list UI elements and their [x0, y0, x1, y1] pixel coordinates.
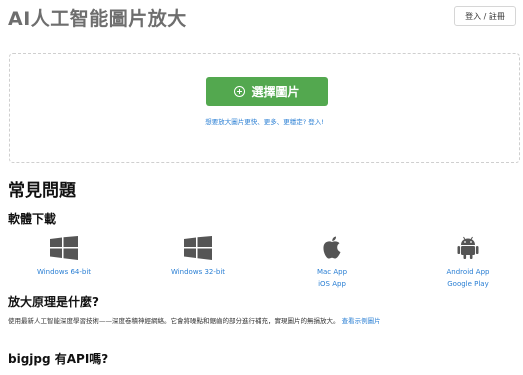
select-image-label: 選擇圖片	[251, 85, 300, 99]
faq-title: 常見問題	[8, 181, 76, 201]
windows-32-link[interactable]: Windows 32-bit	[143, 266, 253, 278]
android-icon	[413, 236, 523, 260]
app-title: AI人工智能圖片放大	[8, 8, 187, 30]
mac-app-link[interactable]: Mac App	[277, 266, 387, 278]
download-heading: 軟體下載	[8, 212, 57, 226]
upsell-login-link[interactable]: 想要放大圖片更快、更多、更穩定? 登入!	[10, 116, 519, 126]
windows-icon	[9, 236, 119, 260]
download-windows-64[interactable]: Windows 64-bit	[9, 236, 119, 278]
header: AI人工智能圖片放大 登入 / 註冊	[0, 0, 523, 40]
add-circle-icon	[234, 86, 246, 97]
upload-drop-zone[interactable]: 選擇圖片 想要放大圖片更快、更多、更穩定? 登入!	[9, 53, 520, 163]
windows-64-link[interactable]: Windows 64-bit	[9, 266, 119, 278]
android-app-link[interactable]: Android App	[413, 266, 523, 278]
principle-text: 使用最新人工智能深度學習技術——深度卷積神經網絡。它會將噪點和鋸齒的部分進行補充…	[8, 317, 340, 325]
download-windows-32[interactable]: Windows 32-bit	[143, 236, 253, 278]
download-android[interactable]: Android App Google Play	[413, 236, 523, 290]
view-examples-link[interactable]: 查看示例圖片	[342, 317, 381, 325]
ios-app-link[interactable]: iOS App	[277, 278, 387, 290]
windows-icon	[143, 236, 253, 260]
principle-description: 使用最新人工智能深度學習技術——深度卷積神經網絡。它會將噪點和鋸齒的部分進行補充…	[8, 316, 523, 327]
google-play-link[interactable]: Google Play	[413, 278, 523, 290]
download-apple[interactable]: Mac App iOS App	[277, 236, 387, 290]
select-image-button[interactable]: 選擇圖片	[206, 77, 328, 106]
principle-heading: 放大原理是什麼?	[8, 295, 99, 309]
api-heading: bigjpg 有API嗎?	[8, 352, 109, 366]
login-register-button[interactable]: 登入 / 註冊	[454, 6, 516, 26]
apple-icon	[277, 236, 387, 260]
